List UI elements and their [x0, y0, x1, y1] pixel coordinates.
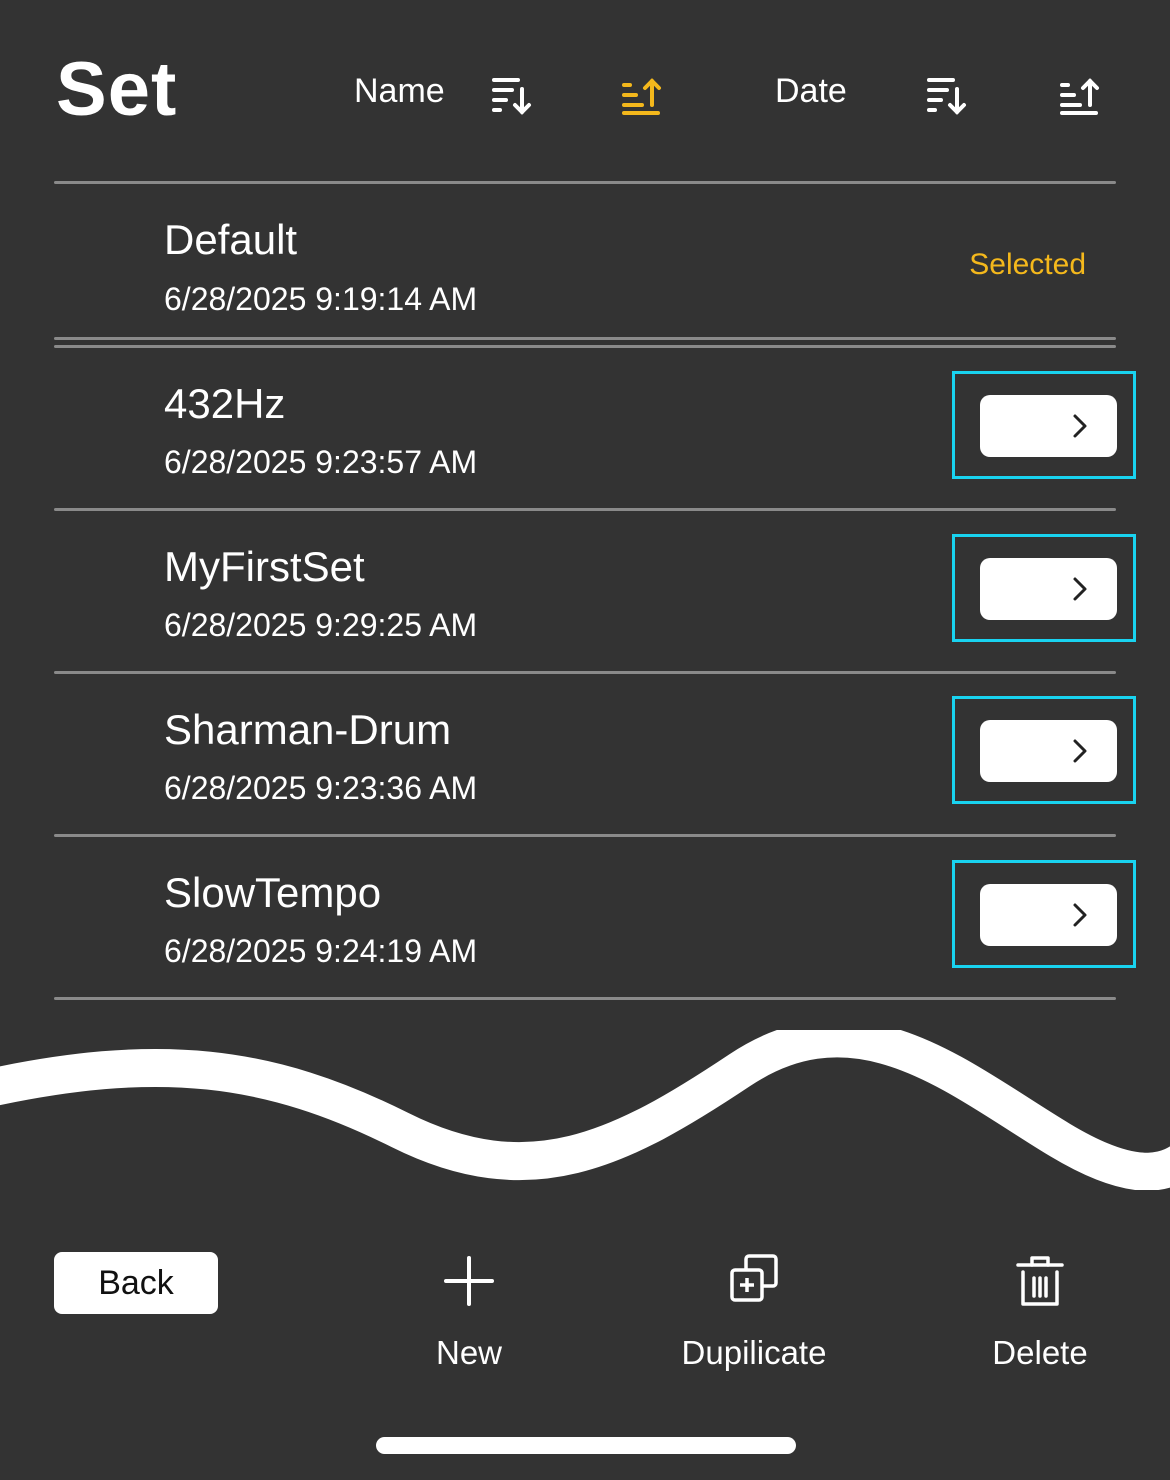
set-date: 6/28/2025 9:19:14 AM	[164, 281, 478, 317]
list-divider	[54, 671, 1116, 674]
back-button[interactable]: Back	[54, 1252, 218, 1314]
sort-date-ascending-icon[interactable]	[1058, 75, 1100, 117]
set-name: Sharman-Drum	[164, 706, 452, 753]
chevron-right-icon	[1073, 414, 1087, 438]
chevron-right-icon	[1073, 903, 1087, 927]
highlight-box	[952, 696, 1136, 804]
delete-label: Delete	[992, 1334, 1088, 1371]
highlight-box	[952, 860, 1136, 968]
set-row-default[interactable]: Default 6/28/2025 9:19:14 AM Selected	[0, 190, 1170, 340]
duplicate-label: Dupilicate	[681, 1334, 827, 1371]
set-date: 6/28/2025 9:29:25 AM	[164, 607, 478, 643]
set-date: 6/28/2025 9:24:19 AM	[164, 933, 478, 969]
list-divider	[54, 508, 1116, 511]
chevron-right-icon	[1073, 739, 1087, 763]
set-row-432hz[interactable]: 432Hz 6/28/2025 9:23:57 AM	[0, 355, 1170, 505]
chevron-right-icon	[1073, 577, 1087, 601]
selected-badge: Selected	[969, 248, 1086, 281]
wave-divider	[0, 1030, 1170, 1190]
set-date: 6/28/2025 9:23:57 AM	[164, 444, 478, 480]
new-label: New	[435, 1334, 503, 1371]
delete-button[interactable]: Delete	[930, 1250, 1150, 1369]
set-name: SlowTempo	[164, 869, 382, 916]
list-divider	[54, 997, 1116, 1000]
list-top-divider	[54, 181, 1116, 184]
highlight-box	[952, 534, 1136, 642]
sort-by-name-label: Name	[354, 72, 445, 110]
set-row-slowtempo[interactable]: SlowTempo 6/28/2025 9:24:19 AM	[0, 844, 1170, 994]
list-divider	[54, 345, 1116, 348]
new-button[interactable]: New	[359, 1250, 579, 1369]
home-indicator[interactable]	[376, 1437, 796, 1454]
highlight-box	[952, 371, 1136, 479]
sort-by-date-label: Date	[775, 72, 847, 110]
list-divider	[54, 834, 1116, 837]
set-name: MyFirstSet	[164, 543, 365, 590]
page-title: Set	[56, 47, 178, 132]
set-name: 432Hz	[164, 380, 286, 427]
sort-name-ascending-icon[interactable]	[620, 75, 662, 117]
set-row-myfirstset[interactable]: MyFirstSet 6/28/2025 9:29:25 AM	[0, 518, 1170, 668]
sort-date-descending-icon[interactable]	[925, 75, 967, 117]
set-name: Default	[164, 216, 298, 263]
open-set-button[interactable]	[980, 395, 1117, 457]
duplicate-button[interactable]: Dupilicate	[644, 1250, 864, 1369]
open-set-button[interactable]	[980, 884, 1117, 946]
plus-icon	[439, 1250, 499, 1310]
duplicate-icon	[724, 1250, 784, 1310]
open-set-button[interactable]	[980, 720, 1117, 782]
sort-name-descending-icon[interactable]	[490, 75, 532, 117]
open-set-button[interactable]	[980, 558, 1117, 620]
set-row-sharman-drum[interactable]: Sharman-Drum 6/28/2025 9:23:36 AM	[0, 681, 1170, 831]
set-date: 6/28/2025 9:23:36 AM	[164, 770, 478, 806]
trash-icon	[1010, 1250, 1070, 1310]
